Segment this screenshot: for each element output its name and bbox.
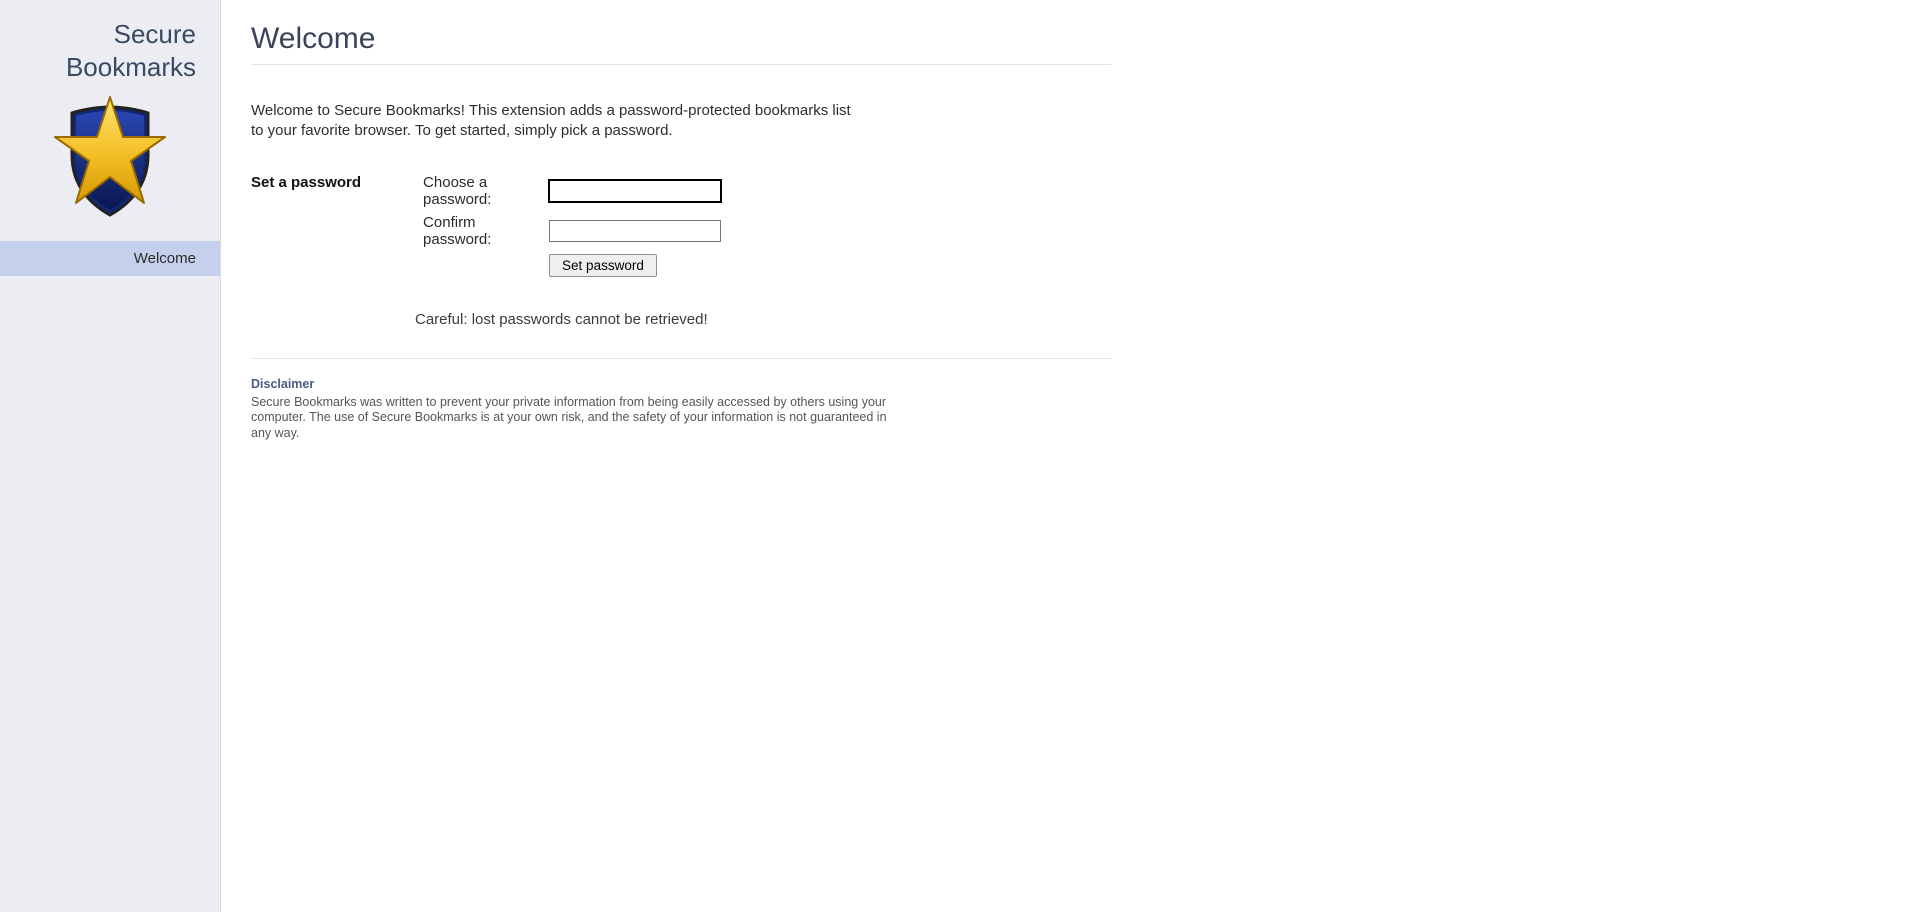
choose-password-row: Choose a password:	[423, 174, 721, 208]
disclaimer-heading: Disclaimer	[251, 377, 1111, 391]
brand-line-2: Bookmarks	[10, 51, 196, 84]
app-logo	[0, 89, 220, 237]
disclaimer-body: Secure Bookmarks was written to prevent …	[251, 395, 891, 442]
confirm-password-input[interactable]	[549, 220, 721, 242]
content-wrapper: Welcome Welcome to Secure Bookmarks! Thi…	[251, 22, 1111, 441]
form-fields: Choose a password: Confirm password: Set…	[423, 174, 721, 277]
password-form: Set a password Choose a password: Confir…	[251, 174, 1111, 277]
app-brand: Secure Bookmarks	[0, 0, 220, 89]
sidebar-item-label: Welcome	[134, 250, 196, 267]
confirm-password-row: Confirm password:	[423, 214, 721, 248]
confirm-password-label: Confirm password:	[423, 214, 545, 248]
choose-password-label: Choose a password:	[423, 174, 545, 208]
set-password-button[interactable]: Set password	[549, 254, 657, 277]
choose-password-input[interactable]	[549, 180, 721, 202]
title-divider	[251, 64, 1111, 65]
warning-text: Careful: lost passwords cannot be retrie…	[415, 311, 1111, 328]
section-divider	[251, 358, 1111, 359]
shield-star-icon	[50, 93, 170, 221]
submit-row: Set password	[423, 254, 721, 277]
brand-line-1: Secure	[10, 18, 196, 51]
sidebar-nav: Welcome	[0, 241, 220, 276]
app-root: Secure Bookmarks	[0, 0, 1920, 912]
form-section-label: Set a password	[251, 174, 361, 191]
page-title: Welcome	[251, 22, 1111, 56]
intro-text: Welcome to Secure Bookmarks! This extens…	[251, 101, 851, 142]
main-content: Welcome Welcome to Secure Bookmarks! Thi…	[221, 0, 1920, 912]
sidebar-item-welcome[interactable]: Welcome	[0, 241, 220, 276]
sidebar: Secure Bookmarks	[0, 0, 221, 912]
